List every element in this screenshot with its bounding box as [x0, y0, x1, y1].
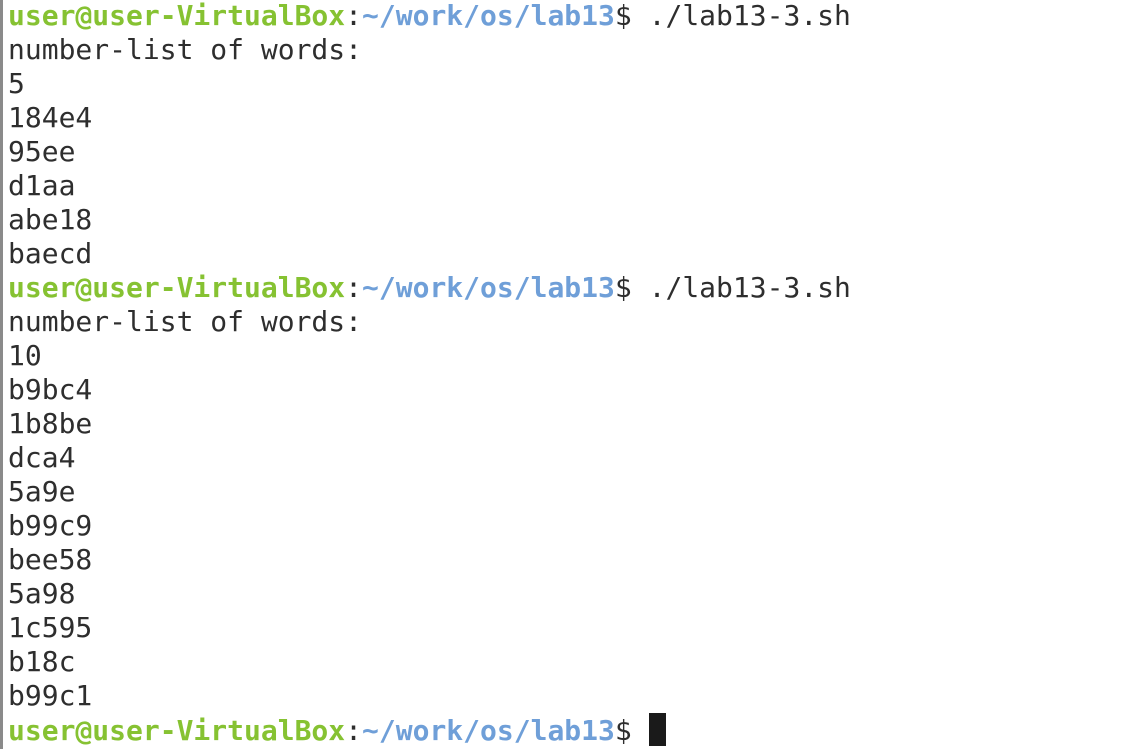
command-text: ./lab13-3.sh [631, 271, 851, 304]
command-input[interactable] [632, 714, 649, 747]
command-text: ./lab13-3.sh [631, 0, 851, 32]
text-cursor [648, 713, 666, 746]
output-word: b99c9 [8, 509, 93, 542]
output-header: number-list of words: [8, 33, 363, 66]
output-word: d1aa [8, 169, 76, 202]
prompt-separator: : [345, 714, 363, 747]
prompt-symbol: $ [614, 714, 632, 747]
output-word: 5a98 [8, 577, 76, 610]
output-word: 95ee [8, 135, 76, 168]
output-word: b9bc4 [8, 373, 93, 406]
prompt-path: ~/work/os/lab13 [362, 714, 615, 747]
prompt-line: user@user-VirtualBox:~/work/os/lab13$ ./… [8, 271, 1122, 305]
prompt-user-host: user@user-VirtualBox [8, 714, 346, 747]
prompt-line-active[interactable]: user@user-VirtualBox:~/work/os/lab13$ [8, 713, 1122, 747]
output-word: b99c1 [8, 679, 93, 712]
prompt-user-host: user@user-VirtualBox [8, 271, 346, 304]
output-word: baecd [8, 237, 93, 270]
output-word: abe18 [8, 203, 93, 236]
output-word: 1b8be [8, 407, 93, 440]
prompt-symbol: $ [614, 271, 632, 304]
output-word: 1c595 [8, 611, 93, 644]
terminal-window[interactable]: user@user-VirtualBox:~/work/os/lab13$ ./… [0, 0, 1122, 749]
prompt-path: ~/work/os/lab13 [362, 0, 615, 32]
output-word: bee58 [8, 543, 93, 576]
output-word: 184e4 [8, 101, 93, 134]
prompt-path: ~/work/os/lab13 [362, 271, 615, 304]
output-count: 5 [8, 67, 25, 100]
output-word: b18c [8, 645, 76, 678]
prompt-symbol: $ [614, 0, 632, 32]
output-word: dca4 [8, 441, 76, 474]
output-count: 10 [8, 339, 42, 372]
prompt-separator: : [345, 271, 363, 304]
prompt-line: user@user-VirtualBox:~/work/os/lab13$ ./… [8, 0, 1122, 33]
prompt-separator: : [345, 0, 363, 32]
prompt-user-host: user@user-VirtualBox [8, 0, 346, 32]
output-word: 5a9e [8, 475, 76, 508]
output-header: number-list of words: [8, 305, 363, 338]
